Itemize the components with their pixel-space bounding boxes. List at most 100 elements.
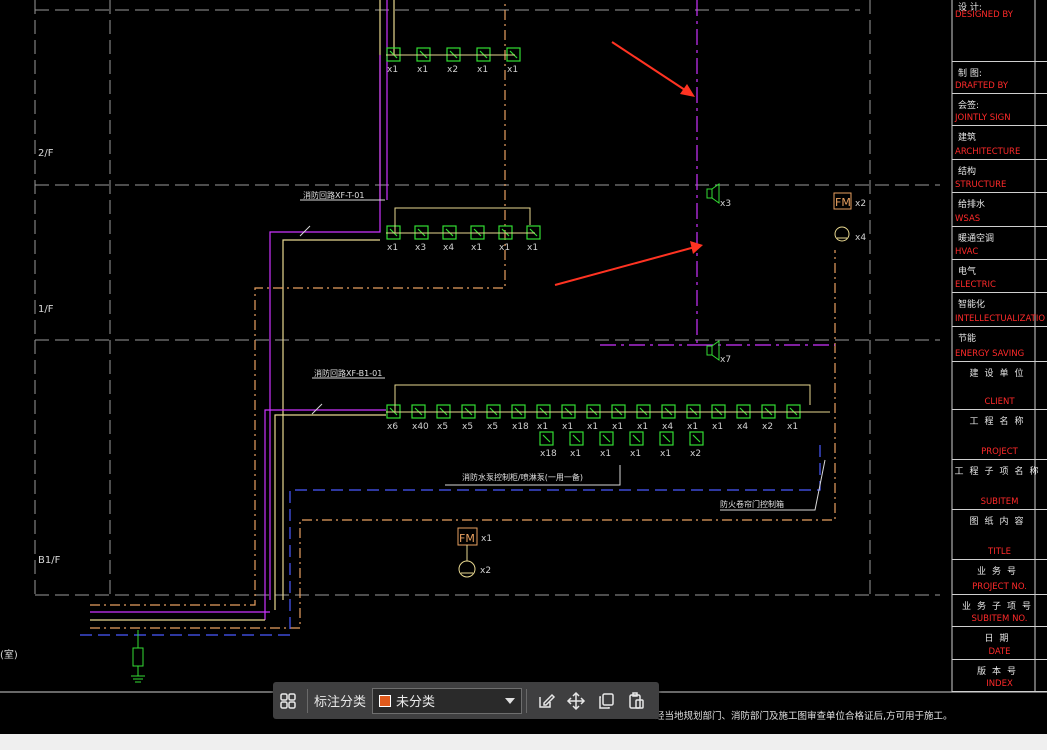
title-block-label-en: WSAS — [955, 214, 981, 224]
title-block-row: 制 图: DRAFTED BY — [952, 62, 1047, 94]
device-count: x1 — [687, 422, 698, 432]
device-count: x4 — [737, 422, 748, 432]
title-block-label-en: JOINTLY SIGN — [955, 113, 1011, 123]
title-block-label-cn: 会签: — [958, 101, 980, 111]
device-row-2f: x1 x1 x2 x1 x1 — [386, 47, 521, 75]
floor-label-b1f: B1/F — [38, 555, 61, 566]
circuit-label-upper: 消防回路XF-T-01 — [303, 190, 364, 200]
title-block-label-cn: 电气 — [958, 267, 977, 277]
device-count: x5 — [462, 422, 473, 432]
fm-meter-icon[interactable]: FM — [833, 192, 852, 210]
bottom-status-strip — [0, 734, 1047, 750]
fire-door-note: 防火卷帘门控制箱 — [720, 499, 784, 509]
device-count: x1 — [712, 422, 723, 432]
device-count: x1 — [387, 243, 398, 253]
title-block-label-en: SUBITEM — [980, 497, 1019, 507]
title-block-row: 业务子项号 SUBITEM NO. — [952, 595, 1047, 627]
title-block-label-cn: 业务号 — [976, 567, 1022, 577]
circuit-label-lower: 消防回路XF-B1-01 — [314, 368, 382, 378]
ground-icon — [131, 630, 145, 683]
title-block-label-en: DATE — [988, 647, 1011, 657]
title-block-label-en: ARCHITECTURE — [955, 147, 1021, 157]
category-color-swatch — [379, 694, 392, 707]
device-count: x18 — [512, 422, 529, 432]
device-count: x1 — [537, 422, 548, 432]
title-block-row: 节能 ENERGY SAVING — [952, 327, 1047, 362]
title-block-label-cn: 工程名称 — [969, 417, 1030, 427]
paste-icon[interactable] — [621, 686, 651, 716]
title-block-label-en: SUBITEM NO. — [971, 614, 1028, 624]
fm-meter-icon[interactable]: FM — [457, 527, 478, 546]
title-block-label-en: INDEX — [986, 679, 1013, 689]
pump-note: 消防水泵控制柜/喷淋泵(一用一备) — [462, 472, 583, 482]
title-block-row: 结构 STRUCTURE — [952, 160, 1047, 193]
title-block-label-cn: 版本号 — [976, 667, 1022, 677]
title-block-label-cn: 业务子项号 — [961, 602, 1037, 612]
device-count: x40 — [412, 422, 429, 432]
bell-count: x4 — [855, 233, 866, 243]
device-count: x1 — [471, 243, 482, 253]
device-row-1f: x1 x3 x4 x1 x1 x1 — [386, 225, 541, 253]
title-block-label-en: ENERGY SAVING — [955, 349, 1025, 359]
device-count: x1 — [477, 65, 488, 75]
red-arrow-icon — [611, 41, 695, 97]
title-block-label-cn: 节能 — [958, 334, 977, 344]
device-count: x1 — [387, 65, 398, 75]
copy-icon[interactable] — [591, 686, 621, 716]
title-block-label-en: INTELLECTUALIZATIO — [955, 314, 1046, 324]
bell-icon[interactable] — [834, 226, 850, 242]
bell-count: x2 — [480, 566, 491, 576]
title-block-row: 版本号 INDEX — [952, 660, 1047, 692]
title-block-row: 图纸内容 TITLE — [952, 510, 1047, 560]
toolbar-divider — [526, 688, 528, 713]
left-edge-note: (室) — [0, 650, 18, 661]
device-count: x3 — [415, 243, 426, 253]
title-block-row: 暖通空调 HVAC — [952, 227, 1047, 260]
svg-text:FM: FM — [835, 196, 851, 209]
device-count: x18 — [540, 449, 557, 459]
title-block-row: 建设单位 CLIENT — [952, 362, 1047, 410]
device-count: x1 — [562, 422, 573, 432]
grid-icon[interactable] — [273, 686, 303, 716]
category-label: 标注分类 — [314, 695, 367, 710]
title-block-label-en: HVAC — [955, 247, 979, 257]
device-count: x1 — [587, 422, 598, 432]
floor-label-2f: 2/F — [38, 148, 54, 159]
title-block-row: 电气 ELECTRIC — [952, 260, 1047, 293]
title-block-label-cn: 结构 — [958, 167, 977, 177]
floor-label-1f: 1/F — [38, 304, 54, 315]
svg-text:FM: FM — [459, 532, 475, 545]
title-block-label-en: TITLE — [988, 547, 1011, 557]
title-block-label-cn: 给排水 — [958, 200, 986, 210]
title-block-label-cn: 智能化 — [958, 300, 986, 310]
device-count: x6 — [387, 422, 398, 432]
speaker-icon[interactable] — [706, 183, 720, 204]
device-count: x1 — [527, 243, 538, 253]
title-block-label-cn: 暖通空调 — [958, 234, 995, 244]
title-block-label-cn: 图纸内容 — [969, 517, 1030, 527]
title-block-label-cn: 工程子项名称 — [954, 467, 1045, 477]
device-count: x1 — [660, 449, 671, 459]
device-count: x1 — [417, 65, 428, 75]
device-count: x1 — [637, 422, 648, 432]
red-arrow-icon — [554, 241, 703, 286]
device-count: x4 — [443, 243, 454, 253]
floor-lines — [34, 0, 940, 596]
fm-count: x2 — [855, 199, 866, 209]
speaker-count-x7: x7 — [720, 355, 731, 365]
title-block-row: 工程子项名称 SUBITEM — [952, 460, 1047, 510]
category-dropdown[interactable]: 未分类 — [372, 687, 523, 714]
speaker-icon[interactable] — [706, 340, 720, 361]
title-block-label-en: DRAFTED BY — [955, 81, 1009, 91]
edit-icon[interactable] — [531, 686, 561, 716]
title-block-row: 设 计: DESIGNED BY — [952, 0, 1047, 62]
title-block-row: 建筑 ARCHITECTURE — [952, 126, 1047, 160]
cad-drawing-canvas[interactable]: x1 x1 x2 x1 x1 x1 x3 x4 x1 x1 x1 x6 x40 x5 x5 x5 x18 x1… — [0, 0, 1047, 750]
bell-icon[interactable] — [458, 545, 476, 578]
title-block-label-en: ELECTRIC — [955, 280, 996, 290]
title-block-row: 日期 DATE — [952, 627, 1047, 660]
move-icon[interactable] — [561, 686, 591, 716]
title-block-row: 业务号 PROJECT NO. — [952, 560, 1047, 595]
title-block-row: 给排水 WSAS — [952, 193, 1047, 227]
title-block-row: 会签: JOINTLY SIGN — [952, 94, 1047, 126]
